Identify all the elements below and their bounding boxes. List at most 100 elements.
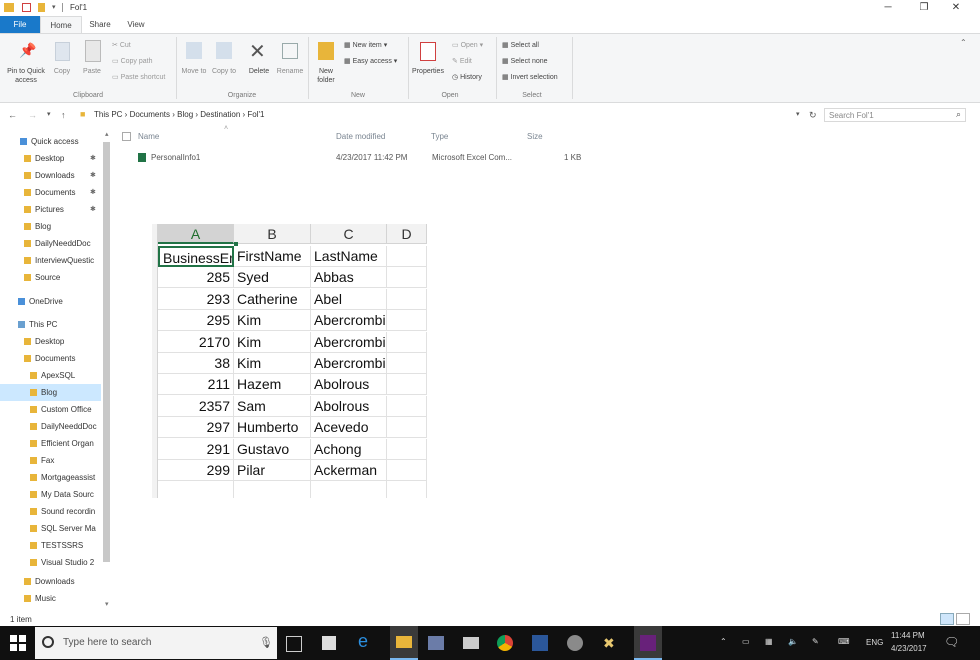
chevron-down-icon[interactable]: ▾ xyxy=(52,3,62,12)
cell[interactable]: Pilar xyxy=(234,460,311,481)
sidebar-item[interactable]: Sound recordin xyxy=(0,503,101,520)
sidebar-item[interactable]: Efficient Organ xyxy=(0,435,101,452)
properties-icon[interactable] xyxy=(22,3,31,12)
clock-time[interactable]: 11:44 PM xyxy=(891,631,925,640)
cell[interactable]: 299 xyxy=(158,460,234,481)
cell[interactable]: 295 xyxy=(158,310,234,332)
cell[interactable] xyxy=(387,310,427,332)
sidebar-item[interactable]: This PC xyxy=(0,316,101,333)
word-icon[interactable] xyxy=(532,635,548,651)
new-item-button[interactable]: ▦ New item ▾ xyxy=(344,41,387,50)
scrollbar-thumb[interactable] xyxy=(103,142,110,562)
close-button[interactable]: ✕ xyxy=(942,0,970,16)
column-header[interactable]: C xyxy=(311,224,387,244)
column-header[interactable]: B xyxy=(234,224,311,244)
navigation-scrollbar[interactable]: ▴ ▾ xyxy=(102,130,111,612)
address-dropdown-button[interactable]: ▾ xyxy=(796,110,800,118)
paste-shortcut-button[interactable]: ▭ Paste shortcut xyxy=(112,73,165,82)
tab-view[interactable]: View xyxy=(122,16,150,33)
fill-handle[interactable] xyxy=(234,242,238,246)
sql-tools-icon[interactable] xyxy=(567,635,583,651)
details-view-button[interactable] xyxy=(940,613,954,625)
edit-button[interactable]: ✎ Edit xyxy=(452,57,472,66)
edge-icon[interactable]: e xyxy=(358,631,378,651)
cell[interactable] xyxy=(234,481,311,498)
task-view-icon[interactable] xyxy=(286,636,302,652)
cell[interactable]: Kim xyxy=(234,331,311,353)
sidebar-item[interactable]: Downloads ✱ xyxy=(0,167,101,184)
sidebar-item[interactable]: Source xyxy=(0,269,101,286)
search-icon[interactable]: ⌕ xyxy=(956,109,961,120)
sidebar-item[interactable]: InterviewQuestic xyxy=(0,252,101,269)
cell[interactable] xyxy=(387,417,427,439)
chevron-up-icon[interactable]: ⌃ xyxy=(720,637,727,646)
recent-locations-button[interactable]: ▾ xyxy=(47,110,51,118)
cell[interactable] xyxy=(387,438,427,460)
cell[interactable] xyxy=(387,246,427,267)
cell[interactable]: 285 xyxy=(158,267,234,289)
visual-studio-taskbar-button[interactable] xyxy=(634,626,662,660)
column-type[interactable]: Type xyxy=(431,132,448,141)
column-size[interactable]: Size xyxy=(527,132,543,141)
cell[interactable]: Achong xyxy=(311,438,387,460)
sidebar-item[interactable]: Documents ✱ xyxy=(0,184,101,201)
cell[interactable] xyxy=(387,481,427,498)
sidebar-item[interactable]: Documents xyxy=(0,350,101,367)
cell[interactable]: Acevedo xyxy=(311,417,387,439)
cell[interactable]: Abolrous xyxy=(311,395,387,417)
file-explorer-taskbar-button[interactable] xyxy=(390,626,418,660)
breadcrumb-item[interactable]: Blog xyxy=(177,110,193,119)
action-center-icon[interactable]: 🗨 xyxy=(944,635,959,649)
refresh-button[interactable]: ↻ xyxy=(809,110,817,121)
cell[interactable] xyxy=(158,481,234,498)
sidebar-item[interactable]: Pictures ✱ xyxy=(0,201,101,218)
invert-selection-button[interactable]: ▦ Invert selection xyxy=(502,73,558,82)
microphone-icon[interactable]: 🎙 xyxy=(259,636,273,649)
breadcrumb-item[interactable]: This PC xyxy=(94,110,122,119)
cell[interactable] xyxy=(387,395,427,417)
cell[interactable]: Gustavo xyxy=(234,438,311,460)
cell[interactable]: 297 xyxy=(158,417,234,439)
back-button[interactable]: ← xyxy=(8,110,17,120)
sidebar-item[interactable]: Blog xyxy=(0,218,101,235)
network-icon[interactable]: ▦ xyxy=(765,637,773,646)
search-input[interactable]: Search Fol'1 xyxy=(824,108,966,122)
cell[interactable]: Kim xyxy=(234,353,311,374)
cell[interactable]: BusinessEn xyxy=(158,246,234,267)
up-button[interactable]: ↑ xyxy=(61,110,66,120)
sidebar-item[interactable]: DailyNeeddDoc xyxy=(0,235,101,252)
sidebar-item[interactable]: My Data Sourc xyxy=(0,486,101,503)
easy-access-button[interactable]: ▦ Easy access ▾ xyxy=(344,57,397,66)
breadcrumb-item[interactable]: Destination xyxy=(200,110,240,119)
cell[interactable]: Abolrous xyxy=(311,374,387,396)
column-date-modified[interactable]: Date modified xyxy=(336,132,385,141)
sidebar-item[interactable]: Visual Studio 2 xyxy=(0,554,101,571)
minimize-button[interactable]: ─ xyxy=(874,0,902,16)
sidebar-item[interactable]: ApexSQL xyxy=(0,367,101,384)
open-button[interactable]: ▭ Open ▾ xyxy=(452,41,483,50)
breadcrumb-item[interactable]: Documents xyxy=(130,110,170,119)
cell[interactable]: 38 xyxy=(158,353,234,374)
file-name[interactable]: PersonalInfo1 xyxy=(151,153,200,162)
cell[interactable]: 2170 xyxy=(158,331,234,353)
sidebar-item[interactable]: OneDrive xyxy=(0,293,101,310)
cell[interactable]: Abercrombie xyxy=(311,353,387,374)
sidebar-item[interactable]: Downloads xyxy=(0,573,101,590)
sidebar-item[interactable]: Blog xyxy=(0,384,101,401)
new-folder-icon[interactable] xyxy=(38,3,45,12)
large-icons-view-button[interactable] xyxy=(956,613,970,625)
column-header[interactable]: D xyxy=(387,224,427,244)
sidebar-item[interactable]: Mortgageassist xyxy=(0,469,101,486)
scroll-up-icon[interactable]: ▴ xyxy=(105,130,109,138)
network-app-icon[interactable] xyxy=(428,636,444,650)
cell[interactable]: FirstName xyxy=(234,246,311,267)
sidebar-item[interactable]: Quick access xyxy=(0,133,101,150)
scroll-down-icon[interactable]: ▾ xyxy=(105,600,109,608)
volume-icon[interactable]: 🔈 xyxy=(788,637,798,646)
breadcrumb[interactable]: This PC › Documents › Blog › Destination… xyxy=(94,108,806,122)
keyboard-icon[interactable]: ⌨ xyxy=(838,637,850,646)
sidebar-item[interactable]: Music xyxy=(0,590,101,607)
cell[interactable]: Kim xyxy=(234,310,311,332)
cell[interactable]: Abbas xyxy=(311,267,387,289)
sidebar-item[interactable]: DailyNeeddDoc xyxy=(0,418,101,435)
